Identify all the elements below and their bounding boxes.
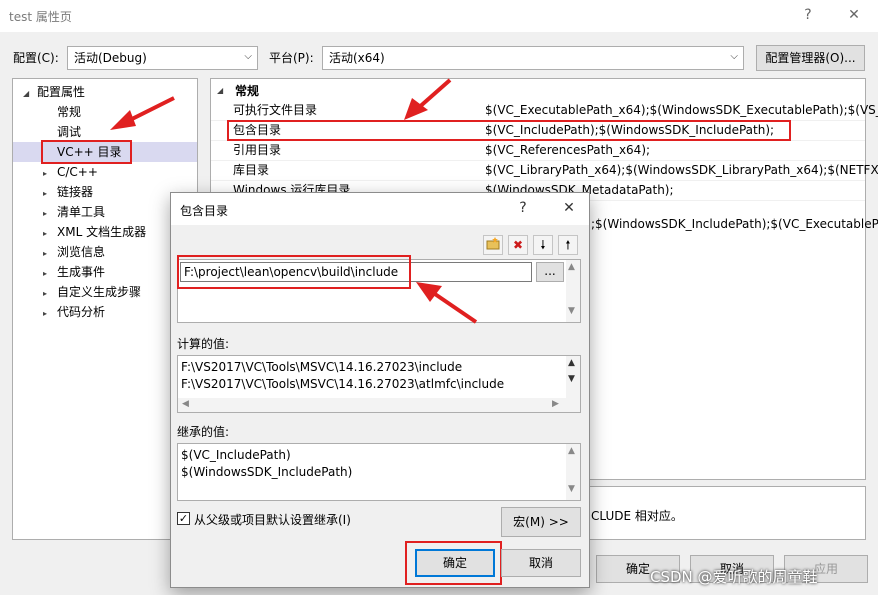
new-folder-icon — [486, 237, 500, 250]
grid-row-library-dir[interactable]: 库目录 $(VC_LibraryPath_x64);$(WindowsSDK_L… — [211, 161, 878, 181]
annotation-arrow-tree — [110, 96, 175, 130]
inherited-vscrollbar[interactable]: ▲ ▼ — [566, 444, 580, 500]
arrow-up-icon: 🠕 — [565, 238, 571, 252]
computed-value: F:\VS2017\VC\Tools\MSVC\14.16.27023\incl… — [181, 360, 463, 374]
computed-label: 计算的值: — [177, 337, 230, 351]
macro-button[interactable]: 宏(M) >> — [501, 507, 581, 537]
highlight-box-ok — [405, 541, 502, 585]
grid-row-value: $(VC_ExecutablePath_x64);$(WindowsSDK_Ex… — [485, 103, 878, 117]
grid-row-name: 可执行文件目录 — [233, 103, 318, 117]
grid-row-value: $(VC_LibraryPath_x64);$(WindowsSDK_Libra… — [485, 163, 878, 177]
platform-label: 平台(P): — [269, 51, 314, 65]
chevron-right-icon[interactable]: ▸ — [43, 249, 53, 258]
chevron-down-icon: ⌵ — [244, 51, 252, 62]
chevron-down-icon[interactable]: ◢ — [23, 89, 33, 98]
tree-item-code-analysis[interactable]: 代码分析 — [57, 302, 105, 322]
computed-value: F:\VS2017\VC\Tools\MSVC\14.16.27023\atlm… — [181, 377, 505, 391]
inherited-list: $(VC_IncludePath) $(WindowsSDK_IncludePa… — [177, 443, 581, 501]
window-title: test 属性页 — [9, 10, 72, 24]
scroll-up-icon[interactable]: ▲ — [568, 262, 575, 272]
tree-item-manifest[interactable]: 清单工具 — [57, 202, 105, 222]
chevron-right-icon[interactable]: ▸ — [43, 289, 53, 298]
computed-list: F:\VS2017\VC\Tools\MSVC\14.16.27023\incl… — [177, 355, 581, 413]
delete-line-button[interactable]: ✖ — [508, 235, 528, 255]
grid-row-name: 引用目录 — [233, 143, 282, 157]
chevron-down-icon[interactable]: ◢ — [217, 86, 227, 95]
tree-item-linker[interactable]: 链接器 — [57, 182, 93, 202]
platform-dropdown[interactable]: 活动(x64) ⌵ — [322, 46, 744, 70]
config-label: 配置(C): — [13, 51, 59, 65]
dialog-title: 包含目录 — [180, 204, 229, 218]
tree-item-debug[interactable]: 调试 — [57, 122, 81, 142]
grid-row-reference-dir[interactable]: 引用目录 $(VC_ReferencesPath_x64); — [211, 141, 865, 161]
checkmark-icon: ✓ — [178, 512, 189, 525]
computed-vscrollbar[interactable]: ▲ ▼ — [566, 356, 580, 412]
chevron-right-icon[interactable]: ▸ — [43, 189, 53, 198]
inherit-checkbox-label[interactable]: 从父级或项目默认设置继承(I) — [194, 511, 351, 528]
computed-hscrollbar[interactable]: ◀ ▶ — [178, 398, 566, 412]
browse-button[interactable]: ... — [536, 262, 564, 282]
grid-row-value: $(VC_ReferencesPath_x64); — [485, 143, 651, 157]
chevron-right-icon[interactable]: ▸ — [43, 269, 53, 278]
highlight-box-grid — [227, 120, 791, 141]
tree-item-general[interactable]: 常规 — [57, 102, 81, 122]
help-icon[interactable]: ? — [511, 197, 535, 219]
grid-row-exec-dir[interactable]: 可执行文件目录 $(VC_ExecutablePath_x64);$(Windo… — [211, 101, 878, 121]
description-text: CLUDE 相对应。 — [591, 509, 683, 523]
new-line-button[interactable] — [483, 235, 503, 255]
dialog-cancel-button[interactable]: 取消 — [501, 549, 581, 577]
dialog-title-bar: 包含目录 ? ✕ — [171, 193, 589, 225]
annotation-arrow-entry — [416, 282, 478, 324]
help-icon[interactable]: ? — [796, 4, 820, 26]
tree-item-build-events[interactable]: 生成事件 — [57, 262, 105, 282]
arrow-down-icon: 🠗 — [540, 238, 546, 252]
annotation-arrow-grid — [404, 78, 452, 120]
move-down-button[interactable]: 🠗 — [533, 235, 553, 255]
entry-scrollbar[interactable]: ▲ ▼ — [566, 260, 580, 322]
include-dirs-dialog: 包含目录 ? ✕ ✖ 🠗 🠕 F:\project\lean\opencv\bu… — [170, 192, 590, 588]
scroll-left-icon[interactable]: ◀ — [182, 399, 189, 409]
chevron-right-icon[interactable]: ▸ — [43, 209, 53, 218]
inherit-checkbox[interactable]: ✓ — [177, 512, 190, 525]
scroll-down-icon[interactable]: ▼ — [568, 374, 575, 384]
delete-icon: ✖ — [512, 238, 524, 252]
highlight-box-tree — [41, 140, 132, 164]
chevron-right-icon[interactable]: ▸ — [43, 169, 53, 178]
scroll-down-icon[interactable]: ▼ — [568, 484, 575, 494]
scroll-right-icon[interactable]: ▶ — [552, 399, 559, 409]
scroll-up-icon[interactable]: ▲ — [568, 446, 575, 456]
highlight-box-entry — [177, 255, 411, 289]
tree-item-xml-doc[interactable]: XML 文档生成器 — [57, 222, 146, 242]
grid-row-name: 库目录 — [233, 163, 270, 177]
inherited-value: $(VC_IncludePath) — [181, 448, 291, 462]
watermark: CSDN @爱听歌的周童鞋 — [650, 568, 818, 586]
move-up-button[interactable]: 🠕 — [558, 235, 578, 255]
close-icon[interactable]: ✕ — [557, 197, 581, 219]
chevron-right-icon[interactable]: ▸ — [43, 229, 53, 238]
scroll-up-icon[interactable]: ▲ — [568, 358, 575, 368]
platform-value: 活动(x64) — [329, 51, 385, 65]
window-title-bar: test 属性页 ? ✕ — [0, 0, 878, 32]
tree-item-browse-info[interactable]: 浏览信息 — [57, 242, 105, 262]
inherited-label: 继承的值: — [177, 425, 230, 439]
config-value: 活动(Debug) — [74, 51, 147, 65]
close-icon[interactable]: ✕ — [842, 4, 866, 26]
inherited-value: $(WindowsSDK_IncludePath) — [181, 465, 353, 479]
chevron-down-icon: ⌵ — [730, 51, 738, 62]
grid-section-title: 常规 — [235, 84, 260, 98]
grid-row-value-partial: ;$(WindowsSDK_IncludePath);$(VC_Executab… — [591, 217, 878, 231]
scroll-down-icon[interactable]: ▼ — [568, 306, 575, 316]
tree-root[interactable]: 配置属性 — [37, 82, 85, 102]
config-dropdown[interactable]: 活动(Debug) ⌵ — [67, 46, 258, 70]
tree-item-cpp[interactable]: C/C++ — [57, 162, 98, 182]
tree-item-custom-build[interactable]: 自定义生成步骤 — [57, 282, 141, 302]
config-manager-button[interactable]: 配置管理器(O)... — [756, 45, 865, 71]
chevron-right-icon[interactable]: ▸ — [43, 309, 53, 318]
